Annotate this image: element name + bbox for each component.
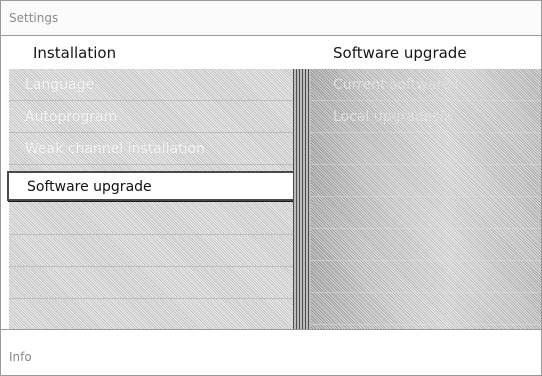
tv-settings-screen: Settings Installation Software upgrade L…: [0, 0, 542, 376]
menu-item-empty[interactable]: [9, 235, 293, 267]
submenu-item-empty: [311, 197, 541, 229]
info-label: Info: [9, 350, 32, 364]
panel-divider: [293, 69, 311, 329]
software-upgrade-header: Software upgrade: [333, 44, 467, 62]
submenu-item-empty: [311, 229, 541, 261]
menu-item-label: Software upgrade: [27, 179, 152, 195]
submenu-item-current-software-info[interactable]: Current software i: [311, 69, 541, 101]
title-bar: Settings: [1, 1, 541, 36]
submenu-item-local-upgrades[interactable]: Local upgrades/a: [311, 101, 541, 133]
menu-item-language[interactable]: Language: [9, 69, 293, 101]
menu-item-software-upgrade[interactable]: Software upgrade: [7, 171, 295, 201]
submenu-item-empty: [311, 133, 541, 165]
installation-header: Installation: [33, 44, 117, 62]
menu-item-empty[interactable]: [9, 203, 293, 235]
submenu-item-label: Current software i: [333, 77, 459, 93]
settings-title: Settings: [9, 11, 59, 25]
submenu-item-empty: [311, 165, 541, 197]
menu-item-label: Weak channel installation: [25, 141, 205, 157]
submenu-item-empty: [311, 261, 541, 293]
menu-item-label: Language: [25, 77, 95, 93]
menu-item-weak-channel-installation[interactable]: Weak channel installation: [9, 133, 293, 165]
menu-item-label: Autoprogram: [25, 109, 118, 125]
submenu-item-label: Local upgrades/a: [333, 109, 453, 125]
installation-menu: Language Autoprogram Weak channel instal…: [7, 69, 295, 331]
software-upgrade-panel: Current software i Local upgrades/a: [311, 69, 541, 329]
submenu-item-empty: [311, 293, 541, 325]
column-headers: Installation Software upgrade: [1, 36, 541, 68]
menu-item-empty[interactable]: [9, 299, 293, 331]
menu-item-autoprogram[interactable]: Autoprogram: [9, 101, 293, 133]
info-bar: Info: [1, 329, 541, 375]
menu-item-empty[interactable]: [9, 267, 293, 299]
